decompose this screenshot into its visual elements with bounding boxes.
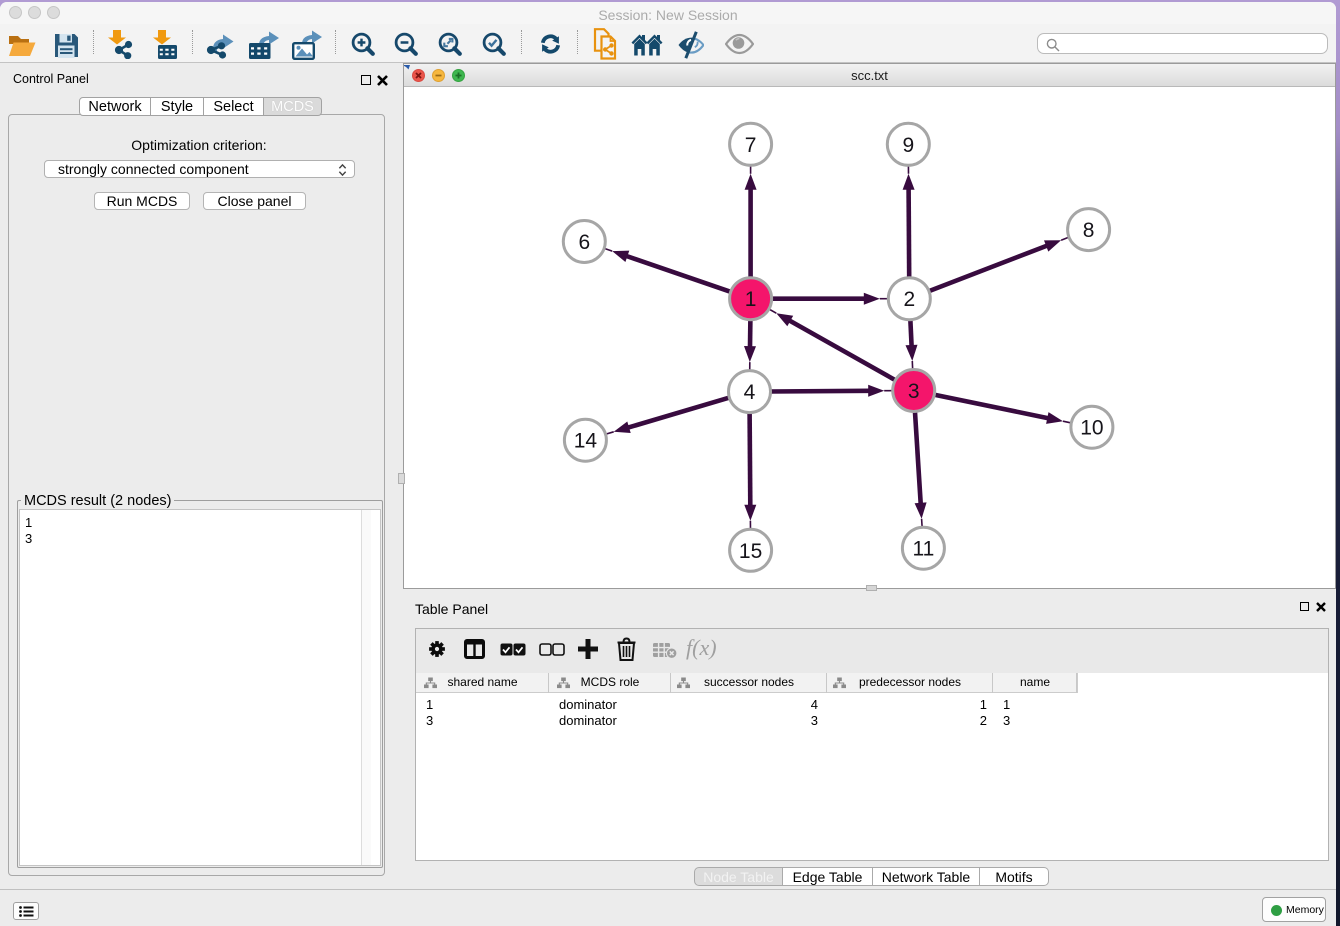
svg-text:10: 10 [1080,417,1103,440]
svg-text:15: 15 [739,540,762,563]
svg-text:1: 1 [745,288,757,311]
svg-text:11: 11 [912,538,934,561]
svg-text:9: 9 [902,134,914,157]
svg-text:7: 7 [745,134,757,157]
svg-text:4: 4 [744,381,756,404]
svg-text:3: 3 [908,380,920,403]
svg-text:14: 14 [574,430,598,453]
svg-text:8: 8 [1083,219,1095,242]
svg-text:2: 2 [903,288,915,311]
svg-text:6: 6 [578,231,590,254]
